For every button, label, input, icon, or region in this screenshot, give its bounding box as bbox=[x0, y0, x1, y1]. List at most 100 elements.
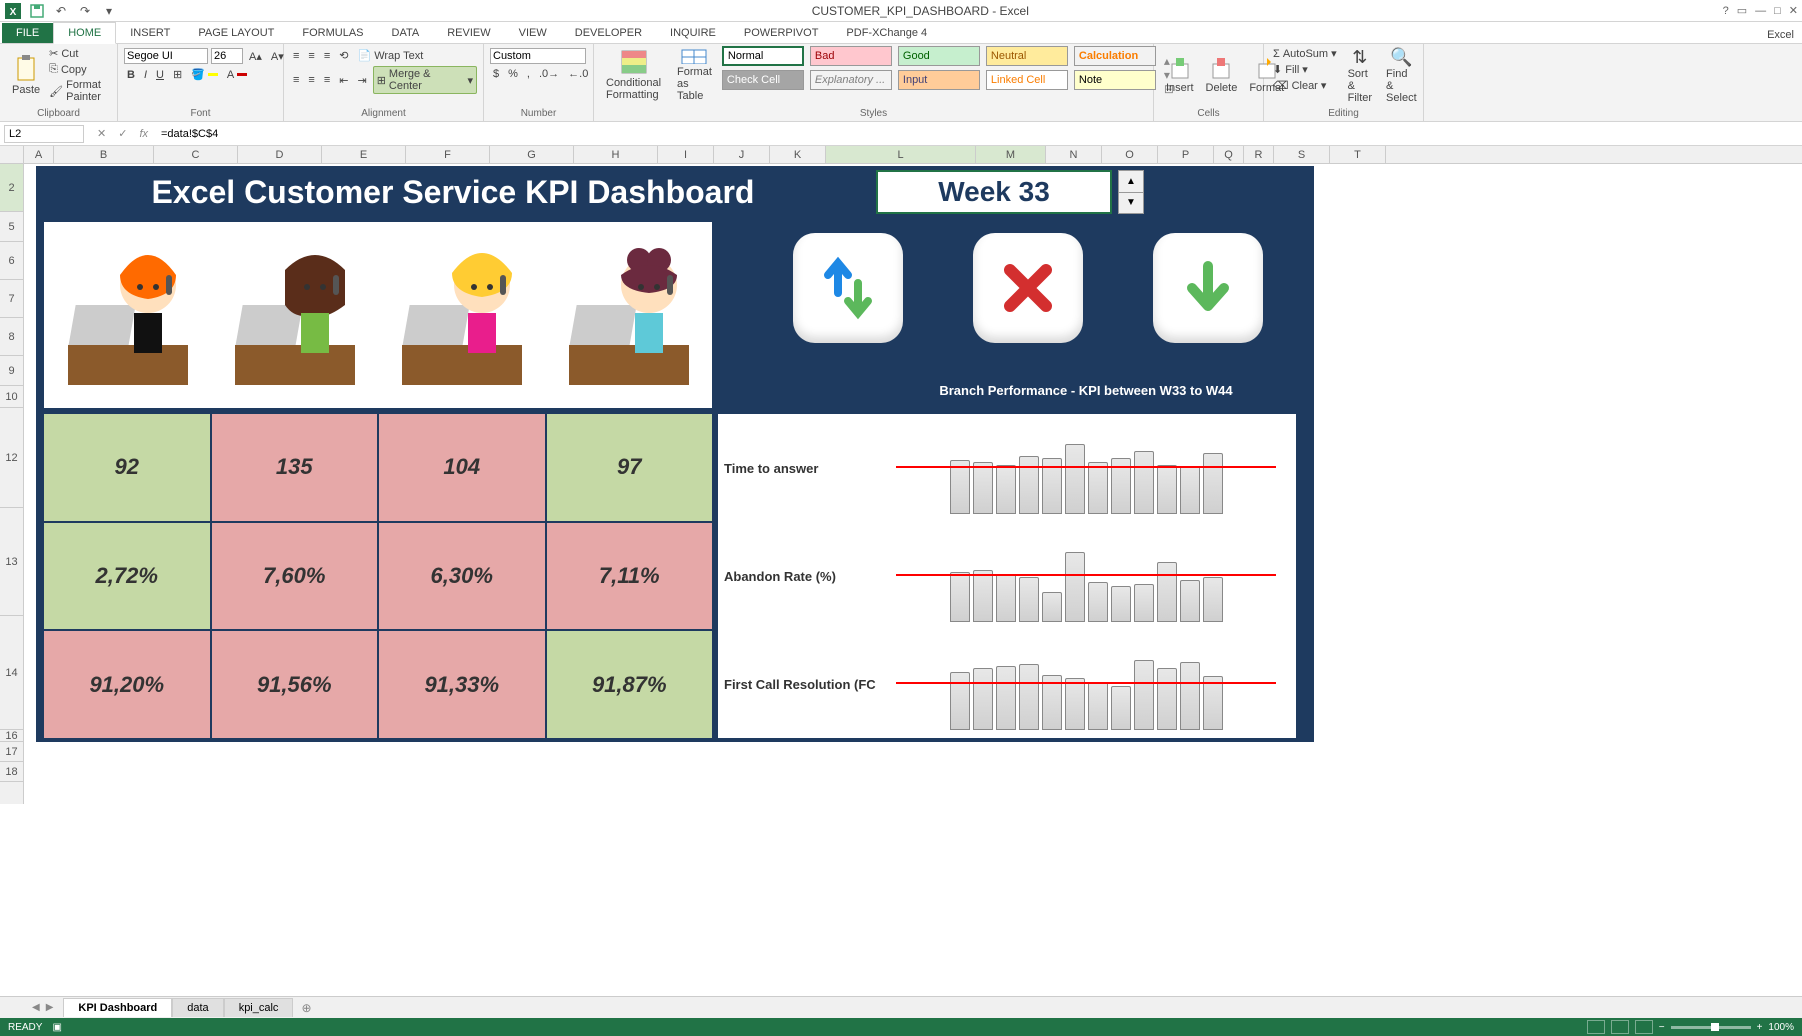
accounting-icon[interactable]: $ bbox=[490, 67, 502, 81]
col-f[interactable]: F bbox=[406, 146, 490, 163]
row-13[interactable]: 13 bbox=[0, 508, 23, 616]
week-spinner[interactable]: ▲ ▼ bbox=[1118, 170, 1144, 214]
format-as-table-button[interactable]: Format as Table bbox=[671, 46, 718, 104]
style-calculation[interactable]: Calculation bbox=[1074, 46, 1156, 66]
font-size-combo[interactable] bbox=[211, 48, 243, 64]
macro-record-icon[interactable]: ▣ bbox=[52, 1022, 61, 1033]
col-q[interactable]: Q bbox=[1214, 146, 1244, 163]
tab-pdf-xchange[interactable]: PDF-XChange 4 bbox=[832, 23, 941, 43]
font-color-button[interactable]: A bbox=[224, 68, 250, 82]
tab-powerpivot[interactable]: POWERPIVOT bbox=[730, 23, 833, 43]
tab-view[interactable]: VIEW bbox=[505, 23, 561, 43]
copy-button[interactable]: ⎘Copy bbox=[46, 62, 111, 77]
cancel-formula-icon[interactable]: ✕ bbox=[94, 127, 109, 140]
spinner-down-icon[interactable]: ▼ bbox=[1119, 193, 1143, 214]
col-i[interactable]: I bbox=[658, 146, 714, 163]
week-selector-cell[interactable]: Week 33 bbox=[876, 170, 1112, 214]
number-format-combo[interactable] bbox=[490, 48, 586, 64]
style-check-cell[interactable]: Check Cell bbox=[722, 70, 804, 90]
sheet-tab-kpi-calc[interactable]: kpi_calc bbox=[224, 998, 294, 1017]
sort-filter-button[interactable]: ⇅Sort & Filter bbox=[1342, 46, 1378, 104]
style-input[interactable]: Input bbox=[898, 70, 980, 90]
redo-icon[interactable]: ↷ bbox=[76, 2, 94, 20]
autosum-button[interactable]: Σ AutoSum ▾ bbox=[1270, 46, 1340, 61]
new-sheet-button[interactable]: ⊕ bbox=[293, 998, 319, 1018]
col-j[interactable]: J bbox=[714, 146, 770, 163]
normal-view-icon[interactable] bbox=[1587, 1020, 1605, 1034]
select-all-corner[interactable] bbox=[0, 146, 24, 163]
align-middle-icon[interactable]: ≡ bbox=[305, 49, 317, 63]
zoom-out-icon[interactable]: − bbox=[1659, 1022, 1665, 1033]
tab-insert[interactable]: INSERT bbox=[116, 23, 184, 43]
decrease-indent-icon[interactable]: ⇤ bbox=[336, 73, 351, 88]
paste-button[interactable]: Paste bbox=[6, 46, 46, 104]
row-8[interactable]: 8 bbox=[0, 318, 23, 356]
tab-file[interactable]: FILE bbox=[2, 23, 53, 43]
sheet-tab-kpi-dashboard[interactable]: KPI Dashboard bbox=[63, 998, 172, 1017]
conditional-formatting-button[interactable]: Conditional Formatting bbox=[600, 46, 667, 104]
enter-formula-icon[interactable]: ✓ bbox=[115, 127, 130, 140]
undo-icon[interactable]: ↶ bbox=[52, 2, 70, 20]
sheet-nav-next-icon[interactable]: ▶ bbox=[44, 1002, 56, 1013]
find-select-button[interactable]: 🔍Find & Select bbox=[1380, 46, 1423, 104]
fill-color-button[interactable]: 🪣 bbox=[188, 67, 221, 82]
close-icon[interactable]: ✕ bbox=[1789, 4, 1798, 17]
row-7[interactable]: 7 bbox=[0, 280, 23, 318]
ribbon-options-icon[interactable]: ▭ bbox=[1737, 4, 1747, 17]
fill-button[interactable]: ⬇ Fill ▾ bbox=[1270, 62, 1340, 77]
col-m[interactable]: M bbox=[976, 146, 1046, 163]
border-button[interactable]: ⊞ bbox=[170, 67, 185, 82]
row-14[interactable]: 14 bbox=[0, 616, 23, 730]
align-bottom-icon[interactable]: ≡ bbox=[321, 49, 333, 63]
row-17[interactable]: 17 bbox=[0, 742, 23, 762]
zoom-in-icon[interactable]: + bbox=[1757, 1022, 1763, 1033]
qat-customize-icon[interactable]: ▾ bbox=[100, 2, 118, 20]
formula-input[interactable] bbox=[157, 126, 1802, 142]
align-center-icon[interactable]: ≡ bbox=[305, 73, 317, 87]
align-top-icon[interactable]: ≡ bbox=[290, 49, 302, 63]
row-5[interactable]: 5 bbox=[0, 212, 23, 242]
tab-review[interactable]: REVIEW bbox=[433, 23, 504, 43]
tab-formulas[interactable]: FORMULAS bbox=[288, 23, 377, 43]
row-2[interactable]: 2 bbox=[0, 164, 23, 212]
orientation-icon[interactable]: ⟲ bbox=[336, 48, 351, 63]
italic-button[interactable]: I bbox=[141, 68, 150, 82]
merge-center-button[interactable]: ⊞Merge & Center▾ bbox=[373, 66, 477, 94]
col-s[interactable]: S bbox=[1274, 146, 1330, 163]
minimize-icon[interactable]: — bbox=[1755, 5, 1766, 17]
tab-home[interactable]: HOME bbox=[53, 22, 116, 44]
col-h[interactable]: H bbox=[574, 146, 658, 163]
increase-decimal-icon[interactable]: .0→ bbox=[536, 67, 562, 81]
delete-cells-button[interactable]: Delete bbox=[1200, 46, 1244, 104]
tab-inquire[interactable]: INQUIRE bbox=[656, 23, 730, 43]
row-18[interactable]: 18 bbox=[0, 762, 23, 782]
col-t[interactable]: T bbox=[1330, 146, 1386, 163]
page-layout-view-icon[interactable] bbox=[1611, 1020, 1629, 1034]
col-r[interactable]: R bbox=[1244, 146, 1274, 163]
style-explanatory[interactable]: Explanatory ... bbox=[810, 70, 892, 90]
tab-developer[interactable]: DEVELOPER bbox=[561, 23, 656, 43]
worksheet-grid[interactable]: 2 5 6 7 8 9 10 12 13 14 16 17 18 Excel C… bbox=[0, 164, 1802, 804]
col-c[interactable]: C bbox=[154, 146, 238, 163]
align-right-icon[interactable]: ≡ bbox=[321, 73, 333, 87]
name-box[interactable] bbox=[4, 125, 84, 143]
col-b[interactable]: B bbox=[54, 146, 154, 163]
style-linked-cell[interactable]: Linked Cell bbox=[986, 70, 1068, 90]
cut-button[interactable]: ✂Cut bbox=[46, 46, 111, 61]
col-n[interactable]: N bbox=[1046, 146, 1102, 163]
align-left-icon[interactable]: ≡ bbox=[290, 73, 302, 87]
maximize-icon[interactable]: □ bbox=[1774, 5, 1781, 17]
style-good[interactable]: Good bbox=[898, 46, 980, 66]
style-normal[interactable]: Normal bbox=[722, 46, 804, 66]
percent-icon[interactable]: % bbox=[505, 67, 521, 81]
bold-button[interactable]: B bbox=[124, 68, 138, 82]
save-icon[interactable] bbox=[28, 2, 46, 20]
col-g[interactable]: G bbox=[490, 146, 574, 163]
underline-button[interactable]: U bbox=[153, 68, 167, 82]
increase-indent-icon[interactable]: ⇥ bbox=[354, 73, 369, 88]
col-k[interactable]: K bbox=[770, 146, 826, 163]
row-12[interactable]: 12 bbox=[0, 408, 23, 508]
style-note[interactable]: Note bbox=[1074, 70, 1156, 90]
col-e[interactable]: E bbox=[322, 146, 406, 163]
spinner-up-icon[interactable]: ▲ bbox=[1119, 171, 1143, 193]
